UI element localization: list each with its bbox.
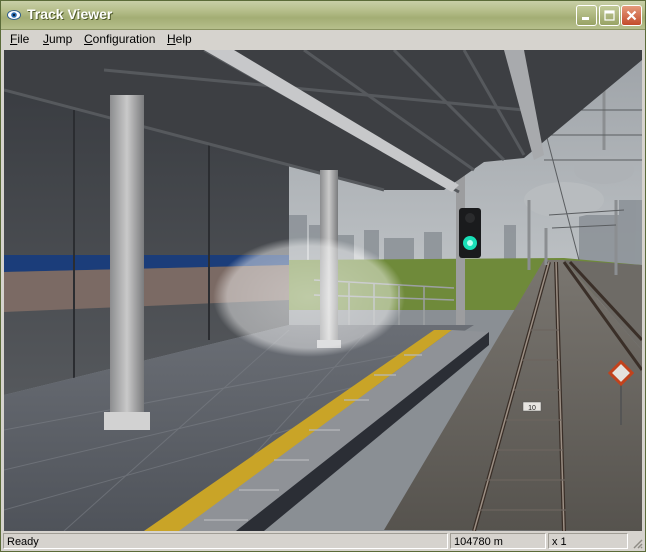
eye-icon [7, 10, 21, 20]
menu-help-label: Help [167, 32, 192, 46]
status-speed-multiplier: x 1 [548, 533, 628, 549]
status-distance: 104780 m [450, 533, 546, 549]
close-button[interactable] [621, 5, 642, 26]
menu-jump[interactable]: Jump [43, 32, 72, 46]
status-message: Ready [3, 533, 448, 549]
menu-file[interactable]: File [10, 32, 29, 46]
resize-grip-icon[interactable] [631, 537, 643, 549]
track-viewer-window: Track Viewer File Jump Configuration Hel… [0, 0, 646, 552]
title-bar[interactable]: Track Viewer [1, 1, 645, 30]
menu-configuration-label: Configuration [84, 32, 156, 46]
minimize-button[interactable] [576, 5, 597, 26]
menu-help[interactable]: Help [167, 32, 192, 46]
track-marker-label: 10 [528, 405, 536, 412]
status-bar: Ready 104780 m x 1 [1, 532, 645, 551]
3d-viewport[interactable]: 10 [4, 50, 642, 531]
menu-configuration[interactable]: Configuration [84, 32, 155, 46]
maximize-icon [604, 10, 615, 21]
maximize-button[interactable] [599, 5, 620, 26]
menu-file-label: File [10, 32, 30, 46]
menu-jump-label: Jump [43, 32, 73, 46]
menu-bar: File Jump Configuration Help [1, 30, 645, 49]
close-icon [626, 10, 637, 21]
minimize-icon [582, 17, 589, 20]
window-title: Track Viewer [27, 6, 113, 22]
station-scene: 10 [4, 50, 642, 531]
